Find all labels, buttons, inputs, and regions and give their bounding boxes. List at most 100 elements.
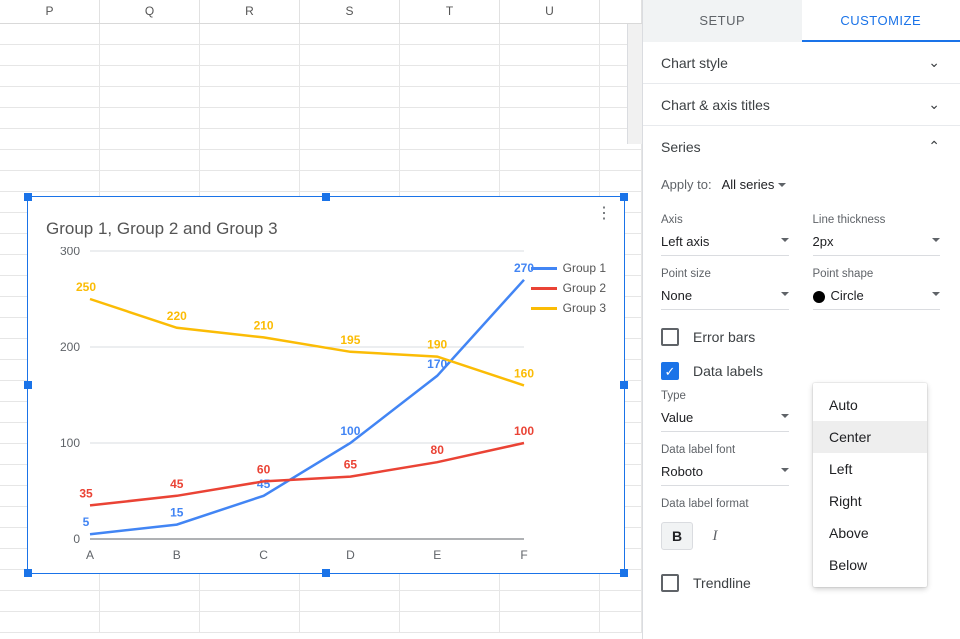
data-labels-checkbox[interactable]: Data labels	[661, 362, 940, 380]
cell[interactable]	[0, 129, 100, 150]
position-option-right[interactable]: Right	[813, 485, 927, 517]
col-header[interactable]: U	[500, 0, 600, 23]
resize-handle[interactable]	[322, 569, 330, 577]
col-header[interactable]: P	[0, 0, 100, 23]
cell[interactable]	[100, 612, 200, 633]
cell[interactable]	[200, 108, 300, 129]
cell[interactable]	[500, 129, 600, 150]
resize-handle[interactable]	[24, 569, 32, 577]
cell[interactable]	[100, 591, 200, 612]
cell[interactable]	[600, 150, 642, 171]
position-option-auto[interactable]: Auto	[813, 389, 927, 421]
cell[interactable]	[100, 45, 200, 66]
col-header[interactable]: S	[300, 0, 400, 23]
resize-handle[interactable]	[620, 381, 628, 389]
cell[interactable]	[500, 150, 600, 171]
cell[interactable]	[100, 66, 200, 87]
section-chart-axis-titles[interactable]: Chart & axis titles ⌄	[643, 84, 960, 126]
cell[interactable]	[0, 24, 100, 45]
cell[interactable]	[300, 591, 400, 612]
cell[interactable]	[400, 612, 500, 633]
cell[interactable]	[500, 87, 600, 108]
col-header[interactable]: R	[200, 0, 300, 23]
cell[interactable]	[300, 66, 400, 87]
cell[interactable]	[300, 612, 400, 633]
cell[interactable]	[0, 108, 100, 129]
cell[interactable]	[500, 108, 600, 129]
cell[interactable]	[200, 45, 300, 66]
cell[interactable]	[100, 108, 200, 129]
axis-select[interactable]: Left axis	[661, 232, 789, 256]
cell[interactable]	[200, 150, 300, 171]
cell[interactable]	[300, 108, 400, 129]
cell[interactable]	[400, 66, 500, 87]
cell[interactable]	[500, 45, 600, 66]
col-header[interactable]: Q	[100, 0, 200, 23]
cell[interactable]	[500, 612, 600, 633]
cell[interactable]	[0, 591, 100, 612]
cell[interactable]	[300, 24, 400, 45]
resize-handle[interactable]	[620, 569, 628, 577]
cell[interactable]	[300, 150, 400, 171]
cell[interactable]	[400, 87, 500, 108]
tab-setup[interactable]: SETUP	[643, 0, 802, 42]
col-header[interactable]: T	[400, 0, 500, 23]
cell[interactable]	[200, 591, 300, 612]
cell[interactable]	[200, 129, 300, 150]
cell[interactable]	[500, 171, 600, 192]
bold-button[interactable]: B	[661, 522, 693, 550]
resize-handle[interactable]	[322, 193, 330, 201]
type-select[interactable]: Value	[661, 408, 789, 432]
section-chart-style[interactable]: Chart style ⌄	[643, 42, 960, 84]
cell[interactable]	[100, 171, 200, 192]
cell[interactable]	[400, 129, 500, 150]
cell[interactable]	[0, 87, 100, 108]
cell[interactable]	[300, 45, 400, 66]
position-option-below[interactable]: Below	[813, 549, 927, 581]
cell[interactable]	[200, 24, 300, 45]
cell[interactable]	[500, 591, 600, 612]
section-series[interactable]: Series ⌃	[643, 126, 960, 167]
cell[interactable]	[600, 591, 642, 612]
cell[interactable]	[0, 66, 100, 87]
cell[interactable]	[100, 87, 200, 108]
cell[interactable]	[100, 150, 200, 171]
cell[interactable]	[0, 171, 100, 192]
cell[interactable]	[0, 45, 100, 66]
cell[interactable]	[400, 591, 500, 612]
tab-customize[interactable]: CUSTOMIZE	[802, 0, 960, 42]
cell[interactable]	[600, 171, 642, 192]
cell[interactable]	[400, 108, 500, 129]
chart-container[interactable]: ⋮ Group 1, Group 2 and Group 3 010020030…	[27, 196, 625, 574]
italic-button[interactable]: I	[699, 522, 731, 550]
cell[interactable]	[200, 612, 300, 633]
cell[interactable]	[200, 66, 300, 87]
apply-to-select[interactable]: All series	[722, 177, 787, 192]
point-size-select[interactable]: None	[661, 286, 789, 310]
position-dropdown[interactable]: AutoCenterLeftRightAboveBelow	[813, 383, 927, 587]
col-header[interactable]	[600, 0, 642, 23]
cell[interactable]	[200, 171, 300, 192]
cell[interactable]	[500, 24, 600, 45]
vertical-scrollbar[interactable]	[627, 24, 642, 144]
resize-handle[interactable]	[620, 193, 628, 201]
cell[interactable]	[600, 612, 642, 633]
cell[interactable]	[400, 45, 500, 66]
cell[interactable]	[100, 129, 200, 150]
cell[interactable]	[300, 171, 400, 192]
cell[interactable]	[500, 66, 600, 87]
cell[interactable]	[300, 87, 400, 108]
cell[interactable]	[100, 24, 200, 45]
data-label-font-select[interactable]: Roboto	[661, 462, 789, 486]
chart-menu-icon[interactable]: ⋮	[596, 209, 612, 219]
position-option-center[interactable]: Center	[813, 421, 927, 453]
cell[interactable]	[0, 612, 100, 633]
resize-handle[interactable]	[24, 381, 32, 389]
line-thickness-select[interactable]: 2px	[813, 232, 941, 256]
cell[interactable]	[400, 24, 500, 45]
cell[interactable]	[400, 171, 500, 192]
position-option-above[interactable]: Above	[813, 517, 927, 549]
cell[interactable]	[0, 150, 100, 171]
position-option-left[interactable]: Left	[813, 453, 927, 485]
error-bars-checkbox[interactable]: Error bars	[661, 328, 940, 346]
